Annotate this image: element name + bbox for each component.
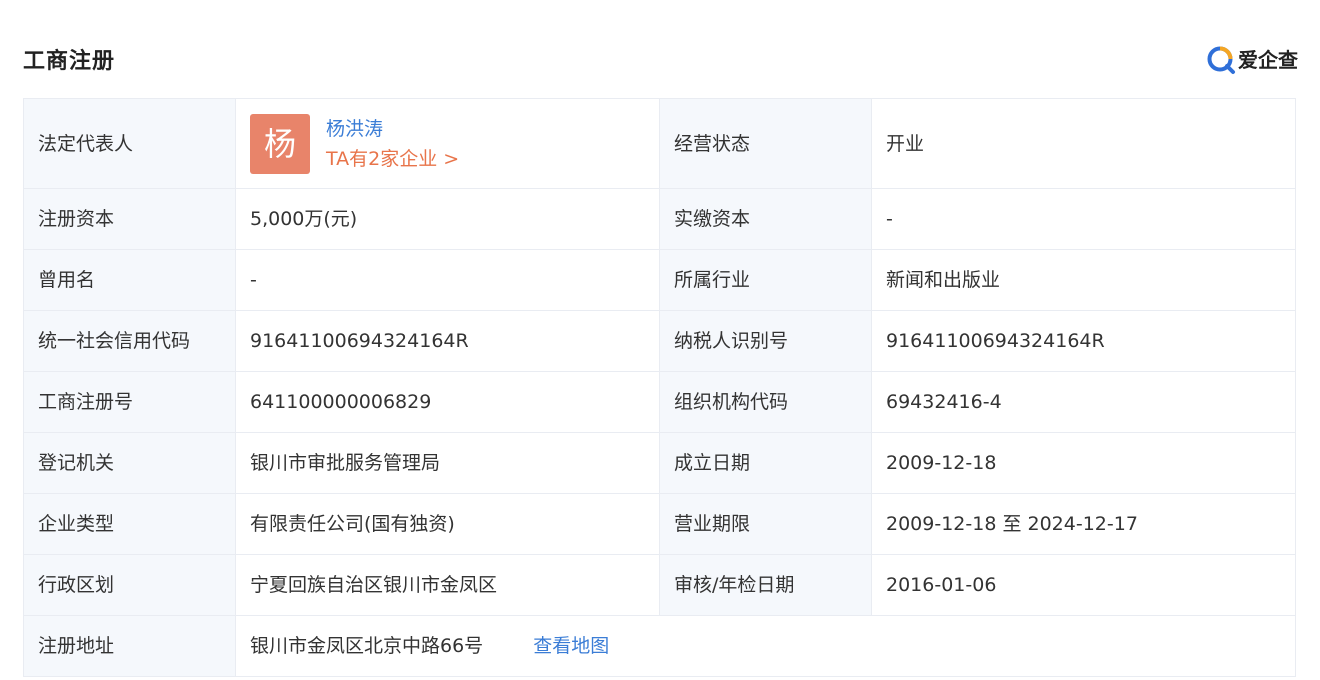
- table-row: 法定代表人 杨 杨洪涛 TA有2家企业 > 经营状态 开业: [23, 98, 1296, 189]
- field-label: 实缴资本: [659, 188, 872, 250]
- field-value: 宁夏回族自治区银川市金凤区: [235, 554, 660, 616]
- table-row: 曾用名 - 所属行业 新闻和出版业: [23, 249, 1296, 311]
- related-companies-link[interactable]: TA有2家企业 >: [326, 144, 459, 174]
- brand-logo[interactable]: 爱企查: [1206, 44, 1298, 76]
- address-value: 银川市金凤区北京中路66号: [250, 635, 484, 657]
- field-value: 银川市审批服务管理局: [235, 432, 660, 494]
- business-registration-table: 法定代表人 杨 杨洪涛 TA有2家企业 > 经营状态 开业 注册资本 5,000…: [23, 98, 1296, 677]
- page: 工商注册 爱企查 法定代表人 杨 杨洪涛 TA有2家企业 > 经营状态 开业 注…: [0, 0, 1320, 680]
- field-label: 统一社会信用代码: [23, 310, 236, 372]
- table-row: 注册资本 5,000万(元) 实缴资本 -: [23, 188, 1296, 250]
- field-value: 有限责任公司(国有独资): [235, 493, 660, 555]
- field-value: -: [871, 188, 1296, 250]
- field-value: 开业: [871, 98, 1296, 189]
- field-value: 69432416-4: [871, 371, 1296, 433]
- field-label: 法定代表人: [23, 98, 236, 189]
- field-label: 组织机构代码: [659, 371, 872, 433]
- field-label: 所属行业: [659, 249, 872, 311]
- field-value: 91641100694324164R: [235, 310, 660, 372]
- field-value: 91641100694324164R: [871, 310, 1296, 372]
- field-label: 工商注册号: [23, 371, 236, 433]
- legal-rep-name-link[interactable]: 杨洪涛: [326, 114, 459, 144]
- field-value: 2009-12-18: [871, 432, 1296, 494]
- field-label: 纳税人识别号: [659, 310, 872, 372]
- field-label: 注册资本: [23, 188, 236, 250]
- legal-rep-cell: 杨 杨洪涛 TA有2家企业 >: [235, 98, 660, 189]
- field-label: 登记机关: [23, 432, 236, 494]
- field-value: 新闻和出版业: [871, 249, 1296, 311]
- field-label: 注册地址: [23, 615, 236, 677]
- table-row: 企业类型 有限责任公司(国有独资) 营业期限 2009-12-18 至 2024…: [23, 493, 1296, 555]
- section-title: 工商注册: [23, 49, 116, 74]
- field-label: 曾用名: [23, 249, 236, 311]
- field-label: 行政区划: [23, 554, 236, 616]
- table-row: 工商注册号 641100000006829 组织机构代码 69432416-4: [23, 371, 1296, 433]
- header: 工商注册 爱企查: [0, 0, 1320, 98]
- address-cell: 银川市金凤区北京中路66号 查看地图: [235, 615, 1296, 677]
- search-magnifier-logo-icon: [1207, 46, 1235, 74]
- view-map-link[interactable]: 查看地图: [533, 634, 609, 658]
- avatar[interactable]: 杨: [250, 113, 310, 174]
- table-row: 登记机关 银川市审批服务管理局 成立日期 2009-12-18: [23, 432, 1296, 494]
- field-value: 641100000006829: [235, 371, 660, 433]
- field-value: 2016-01-06: [871, 554, 1296, 616]
- field-label: 经营状态: [659, 98, 872, 189]
- field-label: 审核/年检日期: [659, 554, 872, 616]
- brand-name: 爱企查: [1238, 48, 1298, 72]
- field-value: 2009-12-18 至 2024-12-17: [871, 493, 1296, 555]
- table-row: 注册地址 银川市金凤区北京中路66号 查看地图: [23, 615, 1296, 677]
- field-value: -: [235, 249, 660, 311]
- field-label: 营业期限: [659, 493, 872, 555]
- table-row: 行政区划 宁夏回族自治区银川市金凤区 审核/年检日期 2016-01-06: [23, 554, 1296, 616]
- field-label: 企业类型: [23, 493, 236, 555]
- table-row: 统一社会信用代码 91641100694324164R 纳税人识别号 91641…: [23, 310, 1296, 372]
- field-label: 成立日期: [659, 432, 872, 494]
- field-value: 5,000万(元): [235, 188, 660, 250]
